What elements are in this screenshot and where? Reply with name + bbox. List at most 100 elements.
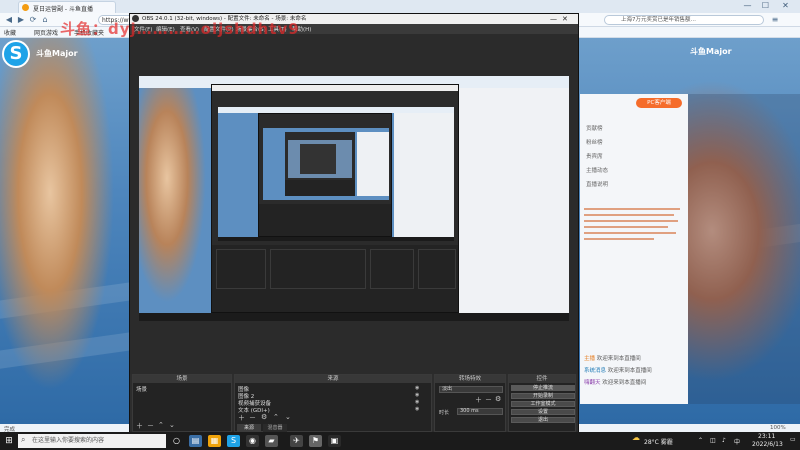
capture-obs-title [212,85,458,91]
volume-icon[interactable]: ♪ [722,437,726,444]
network-icon[interactable]: ◫ [710,437,716,444]
zoom-level[interactable]: 100% [770,425,786,431]
panel-row[interactable]: 主播动态 [586,166,608,174]
remove-source-icon[interactable]: － [249,413,256,423]
visibility-eye-icon[interactable]: ◉ [415,392,419,398]
visibility-eye-icon[interactable]: ◉ [415,406,419,412]
site-brand-right: 斗鱼Major [690,47,732,56]
menu-icon[interactable]: ≡ [770,15,780,25]
start-recording-button[interactable]: 开始录制 [511,393,575,399]
visibility-eye-icon[interactable]: ◉ [415,399,419,405]
files-icon[interactable]: ▦ [208,435,221,447]
browser-tab-stream[interactable]: 夏日运营副 - 斗鱼直播 [18,1,116,13]
transition-select[interactable]: 淡出 [439,386,503,393]
stop-streaming-button[interactable]: 停止推流 [511,385,575,391]
add-transition-icon[interactable]: ＋ [475,395,482,405]
browser-app-icon[interactable]: S [227,435,240,447]
remove-scene-icon[interactable]: － [147,421,154,431]
obs-window: OBS 24.0.1 (32-bit, windows) - 配置文件: 未命名… [129,13,579,432]
capture-dock [418,249,456,289]
capture-level-7 [288,140,352,178]
clock-date[interactable]: 2022/6/13 [752,441,783,448]
app-icon[interactable]: ⚑ [309,435,322,447]
taskbar-search-input[interactable]: 在这里输入你要搜索的内容 [18,434,166,448]
task-view-icon[interactable]: ○ [170,435,183,447]
refresh-icon[interactable]: ⟳ [28,15,38,25]
windows-taskbar: ⊞ 在这里输入你要搜索的内容 ⌕ ○ ▤ ▦ S ◉ ▰ ✈ ⚑ ▣ ☁ 28°… [0,432,800,450]
move-up-icon[interactable]: ⌃ [273,413,279,421]
settings-button[interactable]: 设置 [511,409,575,415]
weather-icon: ☁ [632,433,640,442]
tab-sources[interactable]: 来源 [237,424,261,432]
capture-left-art [139,88,209,313]
bookmark-item[interactable]: 网页游戏 [34,28,58,37]
transitions-dock: 转场特效 淡出 ＋ － ⚙ 时长 300 ms [434,374,506,432]
controls-dock: 控件 停止推流 开始录制 工作室模式 设置 退出 [508,374,576,432]
scenes-dock: 场景 场景 ＋ － ⌃ ⌄ [132,374,232,432]
close-button[interactable]: ✕ [780,1,791,11]
maximize-button[interactable]: ☐ [760,1,771,11]
chat-message: 嗨翻天 欢迎来到本直播间 [584,378,646,386]
capture-dock [216,249,266,289]
panel-row[interactable]: 直播说明 [586,180,608,188]
add-source-icon[interactable]: ＋ [238,413,245,423]
transitions-dock-title: 转场特效 [435,375,505,383]
weather-text[interactable]: 28°C 雾霾 [644,437,673,446]
studio-mode-button[interactable]: 工作室模式 [511,401,575,407]
source-settings-icon[interactable]: ⚙ [261,413,267,421]
back-icon[interactable]: ◀ [4,15,14,25]
obs-minimize-button[interactable]: — [550,14,557,24]
forward-icon[interactable]: ▶ [16,15,26,25]
capture-level-2 [211,84,459,313]
app-icon[interactable]: ▣ [328,435,341,447]
panel-row[interactable]: 贵宾席 [586,152,603,160]
move-down-icon[interactable]: ⌄ [285,413,291,421]
capture-level-5 [263,128,389,200]
scene-item[interactable]: 场景 [136,385,147,393]
obs-close-button[interactable]: ✕ [562,14,568,24]
tab-mixer[interactable]: 混音器 [263,424,287,432]
windows-start-icon[interactable]: ⊞ [2,435,16,447]
bookmark-item[interactable]: 收藏 [4,28,16,37]
capture-right-panel [394,113,454,237]
controls-dock-title: 控件 [509,375,575,383]
pc-client-badge[interactable]: PC客户端 [636,98,682,108]
add-scene-icon[interactable]: ＋ [136,421,143,431]
capture-taskbar [139,313,569,321]
panel-row[interactable]: 贡献榜 [586,124,603,132]
app-icon[interactable]: ✈ [290,435,303,447]
move-down-icon[interactable]: ⌄ [169,421,175,429]
tab-favicon-icon [22,4,29,11]
exit-button[interactable]: 退出 [511,417,575,423]
search-icon: ⌕ [21,435,26,444]
panel-row[interactable]: 粉丝榜 [586,138,603,146]
capture-docks [285,180,355,196]
duration-label: 时长 [439,410,450,416]
obs-app-icon[interactable]: ▰ [265,435,278,447]
site-logo-icon[interactable]: S [2,40,30,68]
obs-preview[interactable] [130,34,578,372]
remove-transition-icon[interactable]: － [485,395,492,405]
capture-right-panel [357,132,389,196]
move-up-icon[interactable]: ⌃ [158,421,164,429]
right-decor-area [688,94,800,404]
minimize-button[interactable]: — [742,1,753,11]
browser-search-input[interactable]: 上海7万元奖赏已是年销售额… [604,15,764,25]
scenes-dock-title: 场景 [133,375,231,383]
app-icon[interactable]: ◉ [246,435,259,447]
ime-icon[interactable]: 中 [734,437,740,446]
notification-icon[interactable]: ▭ [790,436,796,443]
explorer-icon[interactable]: ▤ [189,435,202,447]
transition-settings-icon[interactable]: ⚙ [495,395,501,403]
watermark-text: 斗鱼：dyj…………oijshdhtv9 [60,20,300,38]
capture-docks [259,204,391,236]
tab-label: 夏日运营副 - 斗鱼直播 [33,6,93,13]
background-character-left [0,38,125,424]
visibility-eye-icon[interactable]: ◉ [415,385,419,391]
tray-arrow-icon[interactable]: ⌃ [698,437,703,444]
duration-input[interactable]: 300 ms [457,408,503,415]
home-icon[interactable]: ⌂ [40,15,50,25]
clock-time[interactable]: 23:11 [758,433,775,440]
sources-dock: 来源 图像 图像 2 视频捕获设备 文本 (GDI+) ◉ ◉ ◉ ◉ ＋ － … [234,374,432,432]
chat-user: 系统消息 [584,368,607,374]
